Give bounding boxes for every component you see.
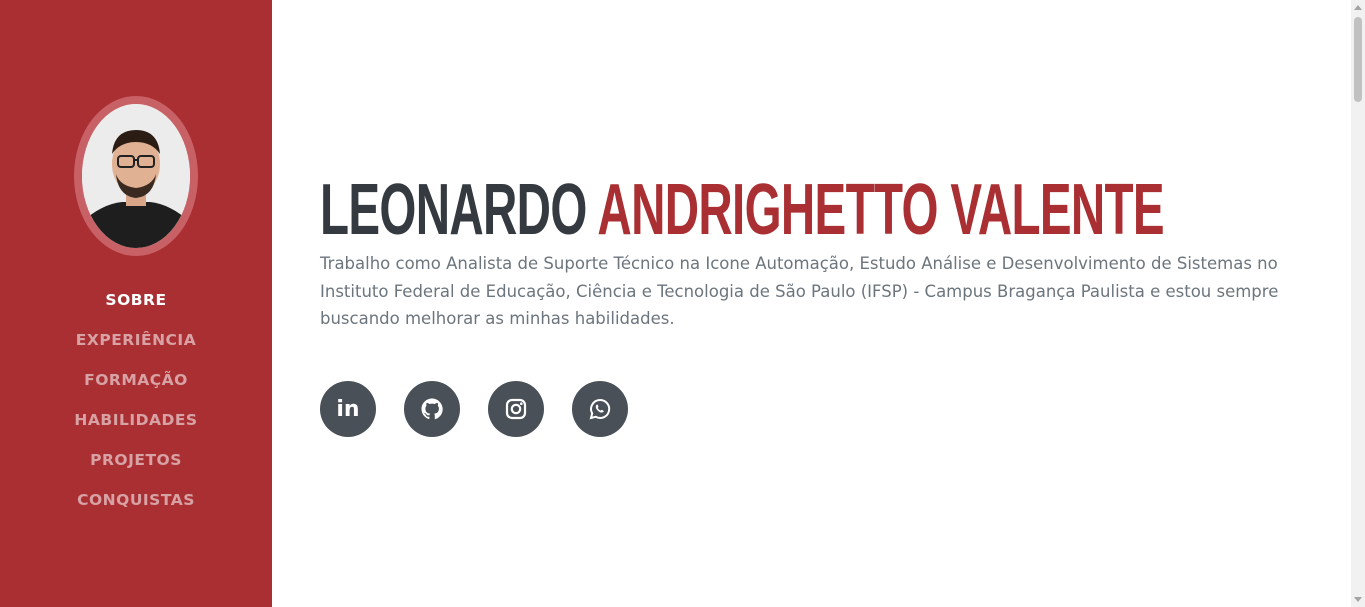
instagram-button[interactable] [488, 381, 544, 437]
scrollbar-thumb[interactable] [1354, 17, 1362, 102]
nav-link-formacao[interactable]: FORMAÇÃO [84, 371, 188, 389]
main-content: LEONARDO ANDRIGHETTO VALENTE Trabalho co… [272, 0, 1351, 607]
avatar [82, 104, 190, 248]
scroll-up-arrow-icon[interactable] [1354, 5, 1362, 10]
nav-item-conquistas: CONQUISTAS [0, 480, 272, 520]
nav-item-experiencia: EXPERIÊNCIA [0, 320, 272, 360]
social-links: in [320, 381, 628, 437]
avatar-frame [74, 96, 198, 256]
github-button[interactable] [404, 381, 460, 437]
profile-photo [82, 104, 190, 248]
nav-item-projetos: PROJETOS [0, 440, 272, 480]
nav-link-sobre[interactable]: SOBRE [105, 291, 166, 309]
whatsapp-button[interactable] [572, 381, 628, 437]
instagram-icon [505, 398, 527, 420]
intro-text: Trabalho como Analista de Suporte Técnic… [320, 254, 1279, 328]
sidebar: SOBRE EXPERIÊNCIA FORMAÇÃO HABILIDADES P… [0, 0, 272, 607]
nav-link-projetos[interactable]: PROJETOS [90, 451, 182, 469]
sidebar-nav: SOBRE EXPERIÊNCIA FORMAÇÃO HABILIDADES P… [0, 280, 272, 520]
nav-link-conquistas[interactable]: CONQUISTAS [77, 491, 195, 509]
nav-item-habilidades: HABILIDADES [0, 400, 272, 440]
linkedin-button[interactable]: in [320, 381, 376, 437]
nav-link-habilidades[interactable]: HABILIDADES [74, 411, 197, 429]
page-title: LEONARDO ANDRIGHETTO VALENTE [320, 170, 1165, 250]
scroll-down-arrow-icon[interactable] [1354, 597, 1362, 602]
last-name: ANDRIGHETTO VALENTE [597, 170, 1164, 250]
nav-item-formacao: FORMAÇÃO [0, 360, 272, 400]
linkedin-icon: in [336, 396, 360, 422]
github-icon [421, 398, 443, 420]
whatsapp-icon [589, 398, 611, 420]
first-name: LEONARDO [320, 170, 587, 250]
scrollbar[interactable] [1351, 0, 1365, 607]
nav-item-sobre: SOBRE [0, 280, 272, 320]
nav-link-experiencia[interactable]: EXPERIÊNCIA [76, 331, 196, 349]
